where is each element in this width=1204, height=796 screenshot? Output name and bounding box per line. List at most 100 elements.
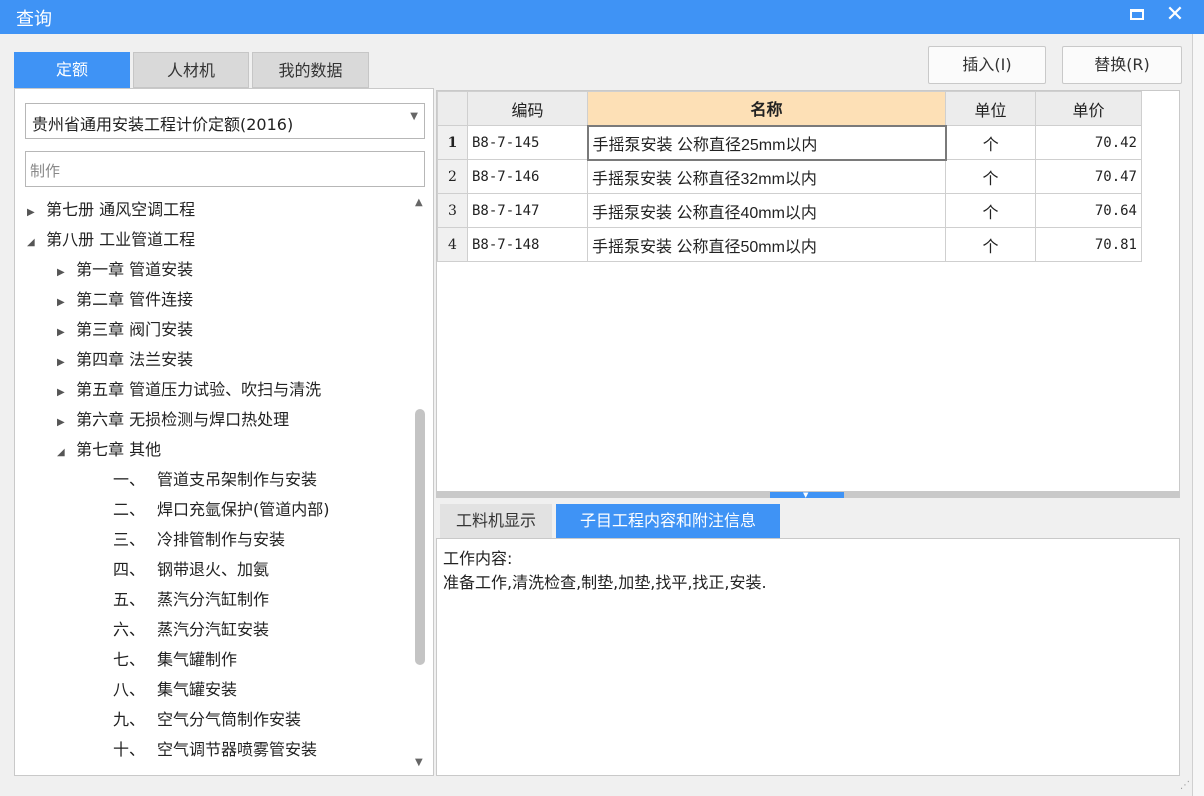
quota-library-select[interactable]: 贵州省通用安装工程计价定额(2016) ▼ bbox=[25, 103, 425, 139]
quota-code-cell[interactable]: B8-7-147 bbox=[467, 193, 588, 228]
tree-node-number: 二、 bbox=[113, 500, 146, 519]
tree-node[interactable]: 九、 空气分气筒制作安装 bbox=[113, 705, 301, 735]
quota-name-cell[interactable]: 手摇泵安装 公称直径25mm以内 bbox=[586, 124, 947, 161]
close-button[interactable]: ✕ bbox=[1160, 1, 1190, 29]
unit-cell[interactable]: 个 bbox=[945, 159, 1036, 194]
expand-arrow-icon[interactable]: ▶ bbox=[57, 348, 71, 378]
tab-my-data[interactable]: 我的数据 bbox=[252, 52, 369, 88]
tree-node[interactable]: ▶ 第五章 管道压力试验、吹扫与清洗 bbox=[57, 375, 321, 405]
tree-node[interactable]: 五、 蒸汽分汽缸制作 bbox=[113, 585, 269, 615]
unit-price-cell[interactable]: 70.47 bbox=[1035, 159, 1142, 194]
maximize-button[interactable] bbox=[1124, 3, 1150, 29]
unit-price-cell[interactable]: 70.64 bbox=[1035, 193, 1142, 228]
scrollbar-thumb[interactable] bbox=[415, 409, 425, 665]
quota-name-cell[interactable]: 手摇泵安装 公称直径50mm以内 bbox=[587, 227, 946, 262]
unit-cell[interactable]: 个 bbox=[945, 227, 1036, 262]
title-bar[interactable]: 查询 ✕ bbox=[0, 0, 1204, 34]
chapter-tree: ▶ 第七册 通风空调工程 ◢ 第八册 工业管道工程 ▶ 第一章 管道安装 ▶ 第二章 … bbox=[15, 195, 409, 773]
tree-node[interactable]: ▶ 第二章 管件连接 bbox=[57, 285, 193, 315]
tree-node-label: 第一章 管道安装 bbox=[76, 260, 194, 279]
close-icon: ✕ bbox=[1165, 2, 1185, 27]
quota-code-cell[interactable]: B8-7-148 bbox=[467, 227, 588, 262]
tree-node-number: 一、 bbox=[113, 470, 146, 489]
column-header-code[interactable]: 编码 bbox=[467, 91, 588, 126]
tree-node-label: 第八册 工业管道工程 bbox=[46, 230, 196, 249]
quota-code-cell[interactable]: B8-7-145 bbox=[467, 125, 588, 160]
unit-price-cell[interactable]: 70.42 bbox=[1035, 125, 1142, 160]
quota-results-grid: 编码 名称 单位 单价 1 B8-7-145 手摇泵安装 公称直径25mm以内个 70… bbox=[436, 90, 1180, 492]
tree-node[interactable]: 二、 焊口充氩保护(管道内部) bbox=[113, 495, 330, 525]
replace-button[interactable]: 替换(R) bbox=[1062, 46, 1182, 84]
scroll-down-icon[interactable]: ▼ bbox=[415, 757, 423, 768]
expand-arrow-icon[interactable]: ▶ bbox=[57, 408, 71, 438]
expand-arrow-icon[interactable]: ▶ bbox=[57, 318, 71, 348]
tree-node-label: 钢带退火、加氨 bbox=[157, 560, 270, 579]
query-dialog: 查询 ✕ 定额 人材机 我的数据 插入(I) 替换(R) 贵州省通用安装工程计价… bbox=[0, 0, 1204, 796]
row-number[interactable]: 2 bbox=[437, 159, 468, 194]
insert-button[interactable]: 插入(I) bbox=[928, 46, 1046, 84]
search-input[interactable]: 制作 bbox=[25, 151, 425, 187]
tree-node[interactable]: ▶ 第四章 法兰安装 bbox=[57, 345, 193, 375]
tab-material-display[interactable]: 工料机显示 bbox=[440, 504, 552, 538]
window-title: 查询 bbox=[16, 9, 52, 30]
tree-node[interactable]: 八、 集气罐安装 bbox=[113, 675, 237, 705]
row-number[interactable]: 4 bbox=[437, 227, 468, 262]
table-row[interactable]: 4 B8-7-148 手摇泵安装 公称直径50mm以内个 70.81 bbox=[437, 227, 1142, 262]
row-number[interactable]: 3 bbox=[437, 193, 468, 228]
tree-node-number: 六、 bbox=[113, 620, 146, 639]
tree-node-label: 第二章 管件连接 bbox=[76, 290, 194, 309]
tree-node-number: 十、 bbox=[113, 740, 146, 759]
table-row[interactable]: 2 B8-7-146 手摇泵安装 公称直径32mm以内个 70.47 bbox=[437, 159, 1142, 194]
tree-node-label: 管道支吊架制作与安装 bbox=[157, 470, 318, 489]
background-window-edge bbox=[1192, 34, 1204, 796]
expand-arrow-icon[interactable]: ▶ bbox=[57, 378, 71, 408]
tab-labor-material-machine[interactable]: 人材机 bbox=[133, 52, 249, 88]
tree-node[interactable]: ▶ 第七册 通风空调工程 bbox=[27, 195, 195, 225]
unit-cell[interactable]: 个 bbox=[945, 125, 1036, 160]
tab-quota[interactable]: 定额 bbox=[14, 52, 130, 88]
column-header-name[interactable]: 名称 bbox=[587, 91, 946, 126]
tab-work-content-notes[interactable]: 子目工程内容和附注信息 bbox=[556, 504, 780, 538]
tree-node[interactable]: ▶ 第六章 无损检测与焊口热处理 bbox=[57, 405, 289, 435]
table-row[interactable]: 1 B8-7-145 手摇泵安装 公称直径25mm以内个 70.42 bbox=[437, 124, 1142, 161]
resize-grip-icon[interactable]: ⋰ bbox=[1180, 780, 1190, 791]
column-header-price[interactable]: 单价 bbox=[1035, 91, 1142, 126]
tree-node-label: 第六章 无损检测与焊口热处理 bbox=[76, 410, 290, 429]
collapse-arrow-icon[interactable]: ◢ bbox=[57, 438, 71, 468]
expand-arrow-icon[interactable]: ▶ bbox=[57, 288, 71, 318]
tree-node[interactable]: 十、 空气调节器喷雾管安装 bbox=[113, 735, 317, 765]
table-row[interactable]: 3 B8-7-147 手摇泵安装 公称直径40mm以内个 70.64 bbox=[437, 193, 1142, 228]
results-table: 编码 名称 单位 单价 1 B8-7-145 手摇泵安装 公称直径25mm以内个 70… bbox=[437, 91, 1142, 262]
tree-node-label: 第四章 法兰安装 bbox=[76, 350, 194, 369]
column-header-unit[interactable]: 单位 bbox=[945, 91, 1036, 126]
tree-node-label: 第七章 其他 bbox=[76, 440, 162, 459]
search-input-value: 制作 bbox=[30, 162, 61, 180]
expand-arrow-icon[interactable]: ▶ bbox=[27, 198, 41, 228]
tree-scrollbar[interactable]: ▲ ▼ bbox=[411, 195, 429, 773]
quota-name-cell[interactable]: 手摇泵安装 公称直径40mm以内 bbox=[587, 193, 946, 228]
quota-code-cell[interactable]: B8-7-146 bbox=[467, 159, 588, 194]
tree-node[interactable]: 七、 集气罐制作 bbox=[113, 645, 237, 675]
row-number-header bbox=[437, 91, 468, 126]
maximize-icon bbox=[1130, 9, 1144, 20]
scroll-up-icon[interactable]: ▲ bbox=[415, 197, 423, 208]
row-number[interactable]: 1 bbox=[437, 125, 468, 160]
collapse-arrow-icon[interactable]: ◢ bbox=[27, 228, 41, 258]
tree-node[interactable]: 一、 管道支吊架制作与安装 bbox=[113, 465, 317, 495]
chevron-down-icon[interactable]: ▼ bbox=[410, 111, 418, 122]
tree-node[interactable]: ▶ 第一章 管道安装 bbox=[57, 255, 193, 285]
tree-node[interactable]: 六、 蒸汽分汽缸安装 bbox=[113, 615, 269, 645]
unit-price-cell[interactable]: 70.81 bbox=[1035, 227, 1142, 262]
tree-node[interactable]: ▶ 第三章 阀门安装 bbox=[57, 315, 193, 345]
tree-node[interactable]: 三、 冷排管制作与安装 bbox=[113, 525, 285, 555]
tree-node[interactable]: 四、 钢带退火、加氨 bbox=[113, 555, 269, 585]
tree-node[interactable]: ◢ 第八册 工业管道工程 bbox=[27, 225, 195, 255]
panel-splitter[interactable]: ▼ bbox=[436, 492, 1180, 499]
expand-arrow-icon[interactable]: ▶ bbox=[57, 258, 71, 288]
tree-node-number: 九、 bbox=[113, 710, 146, 729]
quota-name-cell[interactable]: 手摇泵安装 公称直径32mm以内 bbox=[587, 159, 946, 194]
unit-cell[interactable]: 个 bbox=[945, 193, 1036, 228]
splitter-grip[interactable]: ▼ bbox=[770, 492, 844, 499]
tree-node-label: 第五章 管道压力试验、吹扫与清洗 bbox=[76, 380, 322, 399]
tree-node[interactable]: ◢ 第七章 其他 bbox=[57, 435, 161, 465]
